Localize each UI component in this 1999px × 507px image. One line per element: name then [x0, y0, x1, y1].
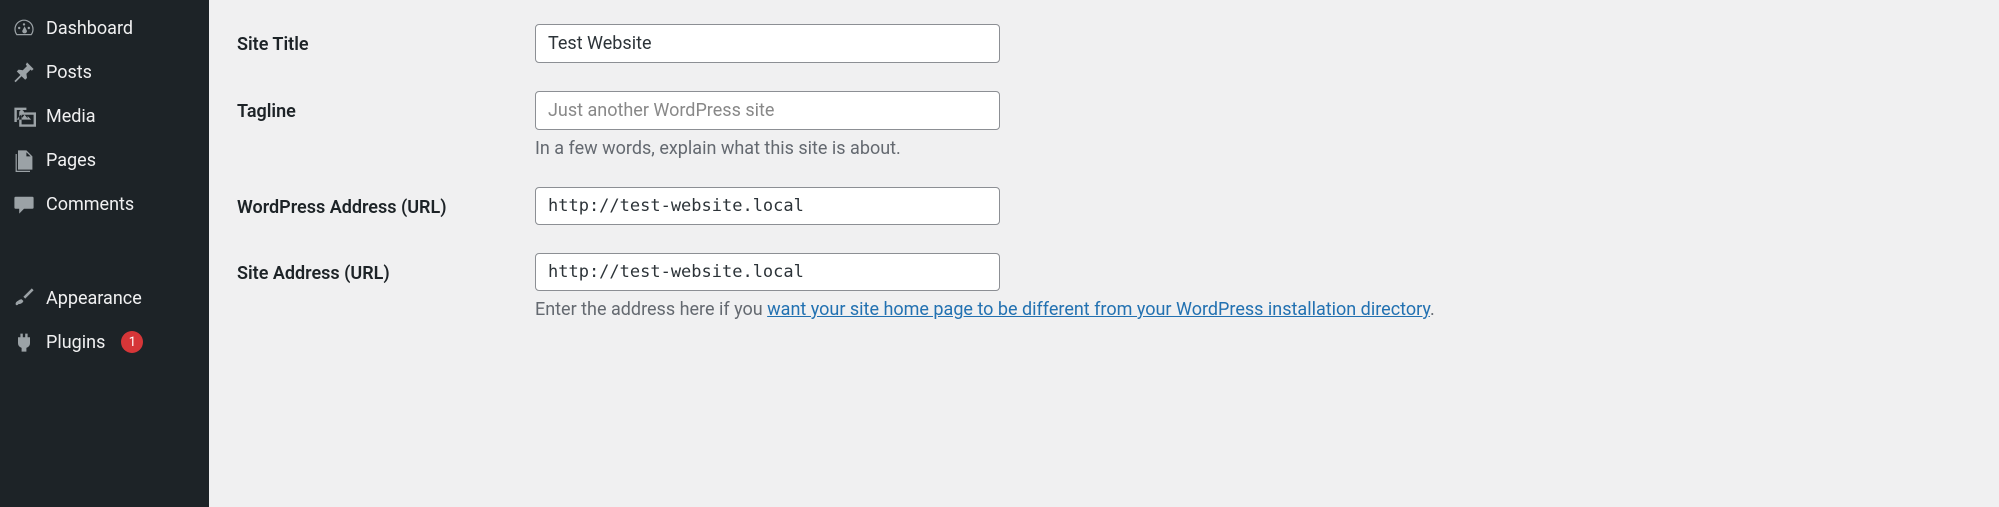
site-title-label: Site Title [237, 24, 535, 55]
site-address-help-link[interactable]: want your site home page to be different… [767, 299, 1430, 320]
pin-icon [12, 60, 36, 84]
dashboard-icon [12, 16, 36, 40]
plugins-update-badge: 1 [121, 331, 143, 353]
sidebar-item-comments[interactable]: Comments [0, 182, 209, 226]
brush-icon [12, 286, 36, 310]
sidebar-item-pages[interactable]: Pages [0, 138, 209, 182]
sidebar-item-appearance[interactable]: Appearance [0, 276, 209, 320]
description-suffix: . [1430, 299, 1435, 320]
sidebar-item-label: Comments [46, 194, 134, 215]
sidebar-item-label: Dashboard [46, 18, 133, 39]
sidebar-item-dashboard[interactable]: Dashboard [0, 6, 209, 50]
sidebar-item-posts[interactable]: Posts [0, 50, 209, 94]
wp-address-input[interactable] [535, 187, 1000, 225]
comments-icon [12, 192, 36, 216]
site-address-label: Site Address (URL) [237, 253, 535, 284]
pages-icon [12, 148, 36, 172]
admin-sidebar: Dashboard Posts Media Pages Comments App… [0, 0, 209, 507]
form-row-site-address: Site Address (URL) Enter the address her… [237, 253, 1971, 320]
wp-address-label: WordPress Address (URL) [237, 187, 535, 218]
media-icon [12, 104, 36, 128]
site-address-input[interactable] [535, 253, 1000, 291]
tagline-input[interactable] [535, 91, 1000, 130]
sidebar-item-label: Pages [46, 150, 96, 171]
site-title-input[interactable] [535, 24, 1000, 63]
settings-form: Site Title Tagline In a few words, expla… [209, 0, 1999, 507]
tagline-description: In a few words, explain what this site i… [535, 138, 1971, 159]
form-row-wp-address: WordPress Address (URL) [237, 187, 1971, 225]
sidebar-item-label: Posts [46, 62, 92, 83]
form-row-tagline: Tagline In a few words, explain what thi… [237, 91, 1971, 159]
sidebar-item-label: Media [46, 106, 96, 127]
sidebar-item-label: Appearance [46, 288, 142, 309]
sidebar-item-plugins[interactable]: Plugins 1 [0, 320, 209, 364]
site-address-description: Enter the address here if you want your … [535, 299, 1971, 320]
form-row-site-title: Site Title [237, 24, 1971, 63]
tagline-label: Tagline [237, 91, 535, 122]
sidebar-item-label: Plugins [46, 332, 105, 353]
plug-icon [12, 330, 36, 354]
sidebar-item-media[interactable]: Media [0, 94, 209, 138]
description-prefix: Enter the address here if you [535, 299, 767, 320]
sidebar-separator [0, 226, 209, 276]
